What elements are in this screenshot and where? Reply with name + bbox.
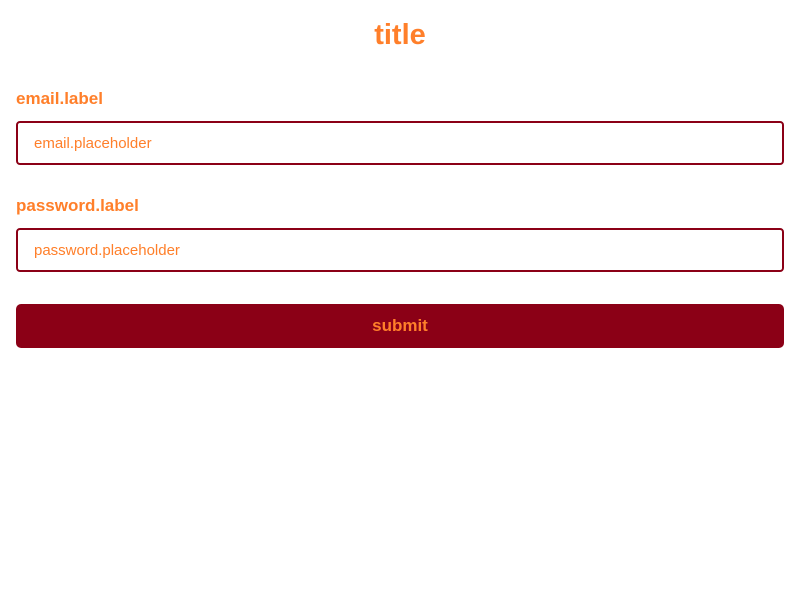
page-title: title bbox=[374, 19, 426, 51]
login-form-page: title email.label password.label submit bbox=[0, 0, 800, 600]
password-field[interactable] bbox=[16, 228, 784, 272]
email-label: email.label bbox=[16, 89, 103, 108]
submit-button[interactable]: submit bbox=[16, 304, 784, 348]
password-label: password.label bbox=[16, 196, 139, 215]
login-form: email.label password.label submit bbox=[16, 89, 784, 348]
email-field[interactable] bbox=[16, 121, 784, 165]
